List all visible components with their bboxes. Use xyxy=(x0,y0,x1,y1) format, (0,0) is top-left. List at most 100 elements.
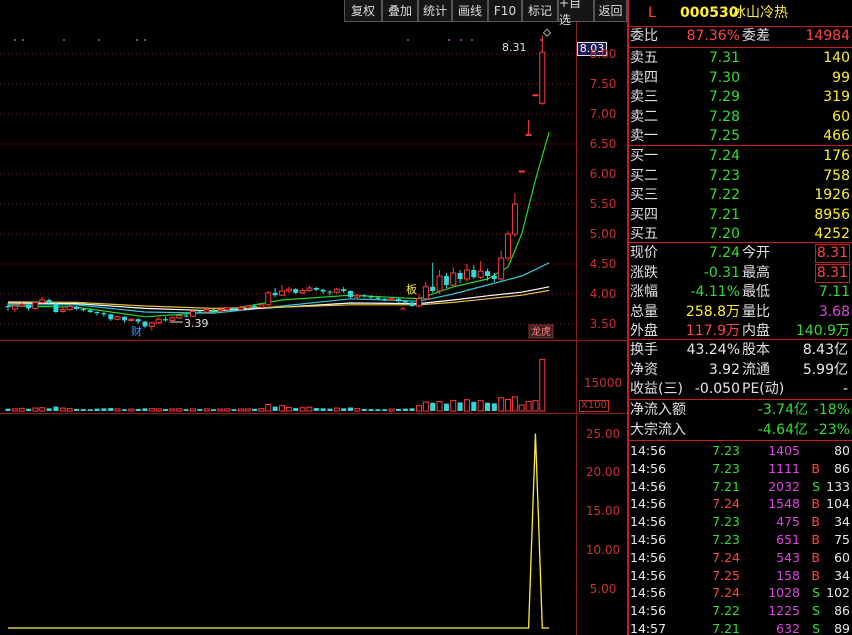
volume-bar xyxy=(505,398,512,412)
tick-row[interactable]: 14:56 7.24 1028 S 102 xyxy=(630,584,852,602)
volume-bar xyxy=(450,399,457,412)
finance-note: 财 xyxy=(131,324,142,338)
candle-body xyxy=(361,295,367,297)
stat-value: 258.8万 xyxy=(685,303,740,320)
candle-body xyxy=(436,275,443,292)
candle-body xyxy=(26,304,32,309)
tick-row[interactable]: 14:56 7.23 651 B 75 xyxy=(630,531,852,549)
bid-volume: 8956 xyxy=(814,206,850,223)
stat-label: 涨幅 xyxy=(630,284,658,300)
volume-bar xyxy=(532,400,539,412)
volume-bar xyxy=(94,408,100,411)
volume-bar xyxy=(354,408,361,412)
volume-bar xyxy=(348,407,353,411)
volume-bar xyxy=(224,408,231,412)
volume-bar xyxy=(402,408,408,411)
tick-row[interactable]: 14:56 7.24 543 B 60 xyxy=(630,549,852,567)
tick-time: 14:56 xyxy=(630,532,667,547)
candle-body xyxy=(388,298,395,301)
indicator-line xyxy=(8,433,550,629)
tick-row[interactable]: 14:56 7.21 2032 S 133 xyxy=(630,478,852,496)
stat-row: 现价 7.24 今开 8.31 xyxy=(630,243,852,264)
dragon-tag: 龙虎 xyxy=(531,325,551,338)
ask-volume: 466 xyxy=(823,128,850,144)
bid-volume: 758 xyxy=(823,167,850,184)
volume-bar xyxy=(525,401,532,412)
signal-dot xyxy=(407,39,409,41)
candle-body xyxy=(368,296,374,298)
volume-bar xyxy=(121,409,127,411)
volume-bar xyxy=(272,406,278,411)
candle-body xyxy=(457,273,463,279)
tick-price: 7.23 xyxy=(712,514,740,530)
volume-unit-label: X100 xyxy=(579,400,609,412)
volume-bar xyxy=(80,409,86,411)
tick-time: 14:56 xyxy=(630,443,667,458)
candle-body xyxy=(18,303,25,307)
candle-body xyxy=(511,203,518,235)
bid-label: 买二 xyxy=(630,167,658,184)
signal-dot xyxy=(98,39,100,41)
stock-terminal: { "toolbar":[ {"name":"restore-rights-bu… xyxy=(0,0,852,635)
volume-bar xyxy=(66,408,73,412)
candle-body xyxy=(66,306,73,311)
volume-bar xyxy=(155,408,162,412)
volume-bar xyxy=(32,407,39,412)
volume-bar xyxy=(409,408,415,411)
weibi-label: 委比 xyxy=(630,28,658,44)
kline-chart[interactable]: 8.31 3.39 财 板龙虎 xyxy=(0,0,580,635)
fund-label: 净资 xyxy=(630,361,658,378)
tick-row[interactable]: 14:56 7.23 475 B 34 xyxy=(630,513,852,531)
bid-level: 买二 7.23 758 xyxy=(630,166,852,187)
weibi-value: 87.36% xyxy=(686,28,740,44)
candle-body xyxy=(443,276,449,285)
tick-row[interactable]: 14:56 7.23 1405 80 xyxy=(630,442,852,460)
stat-label: 最高 xyxy=(742,264,770,281)
volume-bar xyxy=(128,408,135,412)
price-tick: 4.00 xyxy=(589,287,617,301)
tick-row[interactable]: 14:56 7.24 1548 B 104 xyxy=(630,495,852,513)
candle-body xyxy=(348,291,353,297)
price-tick: 7.50 xyxy=(589,77,617,91)
volume-bar xyxy=(183,409,189,411)
tick-price: 7.22 xyxy=(712,603,740,619)
ask-level: 卖五 7.31 140 xyxy=(630,48,852,69)
volume-bar xyxy=(485,402,490,411)
tick-price: 7.24 xyxy=(712,496,740,512)
tick-row[interactable]: 14:56 7.22 1225 S 86 xyxy=(630,602,852,620)
tick-price: 7.21 xyxy=(712,478,740,494)
volume-bar xyxy=(477,400,484,412)
stat-row: 涨跌 -0.31 最高 8.31 xyxy=(630,263,852,284)
tick-row[interactable]: 14:56 7.23 1111 B 86 xyxy=(630,460,852,478)
volume-bar xyxy=(498,397,505,412)
ask-label: 卖三 xyxy=(630,89,658,105)
tick-row[interactable]: 14:56 7.25 158 B 34 xyxy=(630,567,852,585)
candle-body xyxy=(252,306,258,308)
volume-bar xyxy=(39,407,46,412)
bid-level: 买四 7.21 8956 xyxy=(630,205,852,226)
tick-count: 75 xyxy=(834,532,850,547)
back-button[interactable]: 返回 xyxy=(594,0,627,22)
stat-row: 涨幅 -4.11% 最低 7.11 xyxy=(630,282,852,303)
tick-side: B xyxy=(811,460,820,476)
tick-count: 86 xyxy=(834,460,850,476)
tick-row[interactable]: 14:57 7.21 632 S 89 xyxy=(630,620,852,635)
volume-bar xyxy=(252,408,258,411)
signal-dot xyxy=(448,39,450,41)
tick-count: 60 xyxy=(834,549,850,565)
candle-body xyxy=(272,292,278,296)
ask-label: 卖四 xyxy=(630,69,658,86)
stat-value: 8.31 xyxy=(814,244,850,263)
tick-volume: 1405 xyxy=(768,443,800,458)
volume-bar xyxy=(87,409,93,411)
volume-bar xyxy=(471,401,477,411)
tick-time: 14:57 xyxy=(630,621,667,635)
flow-percent: -18% xyxy=(813,402,850,418)
volume-bar xyxy=(203,408,210,412)
candle-body xyxy=(101,313,107,315)
ask-price: 7.31 xyxy=(708,50,740,66)
candle-body xyxy=(279,290,285,296)
candle-body xyxy=(416,298,422,307)
candle-body xyxy=(203,309,210,313)
tick-price: 7.24 xyxy=(712,549,740,565)
